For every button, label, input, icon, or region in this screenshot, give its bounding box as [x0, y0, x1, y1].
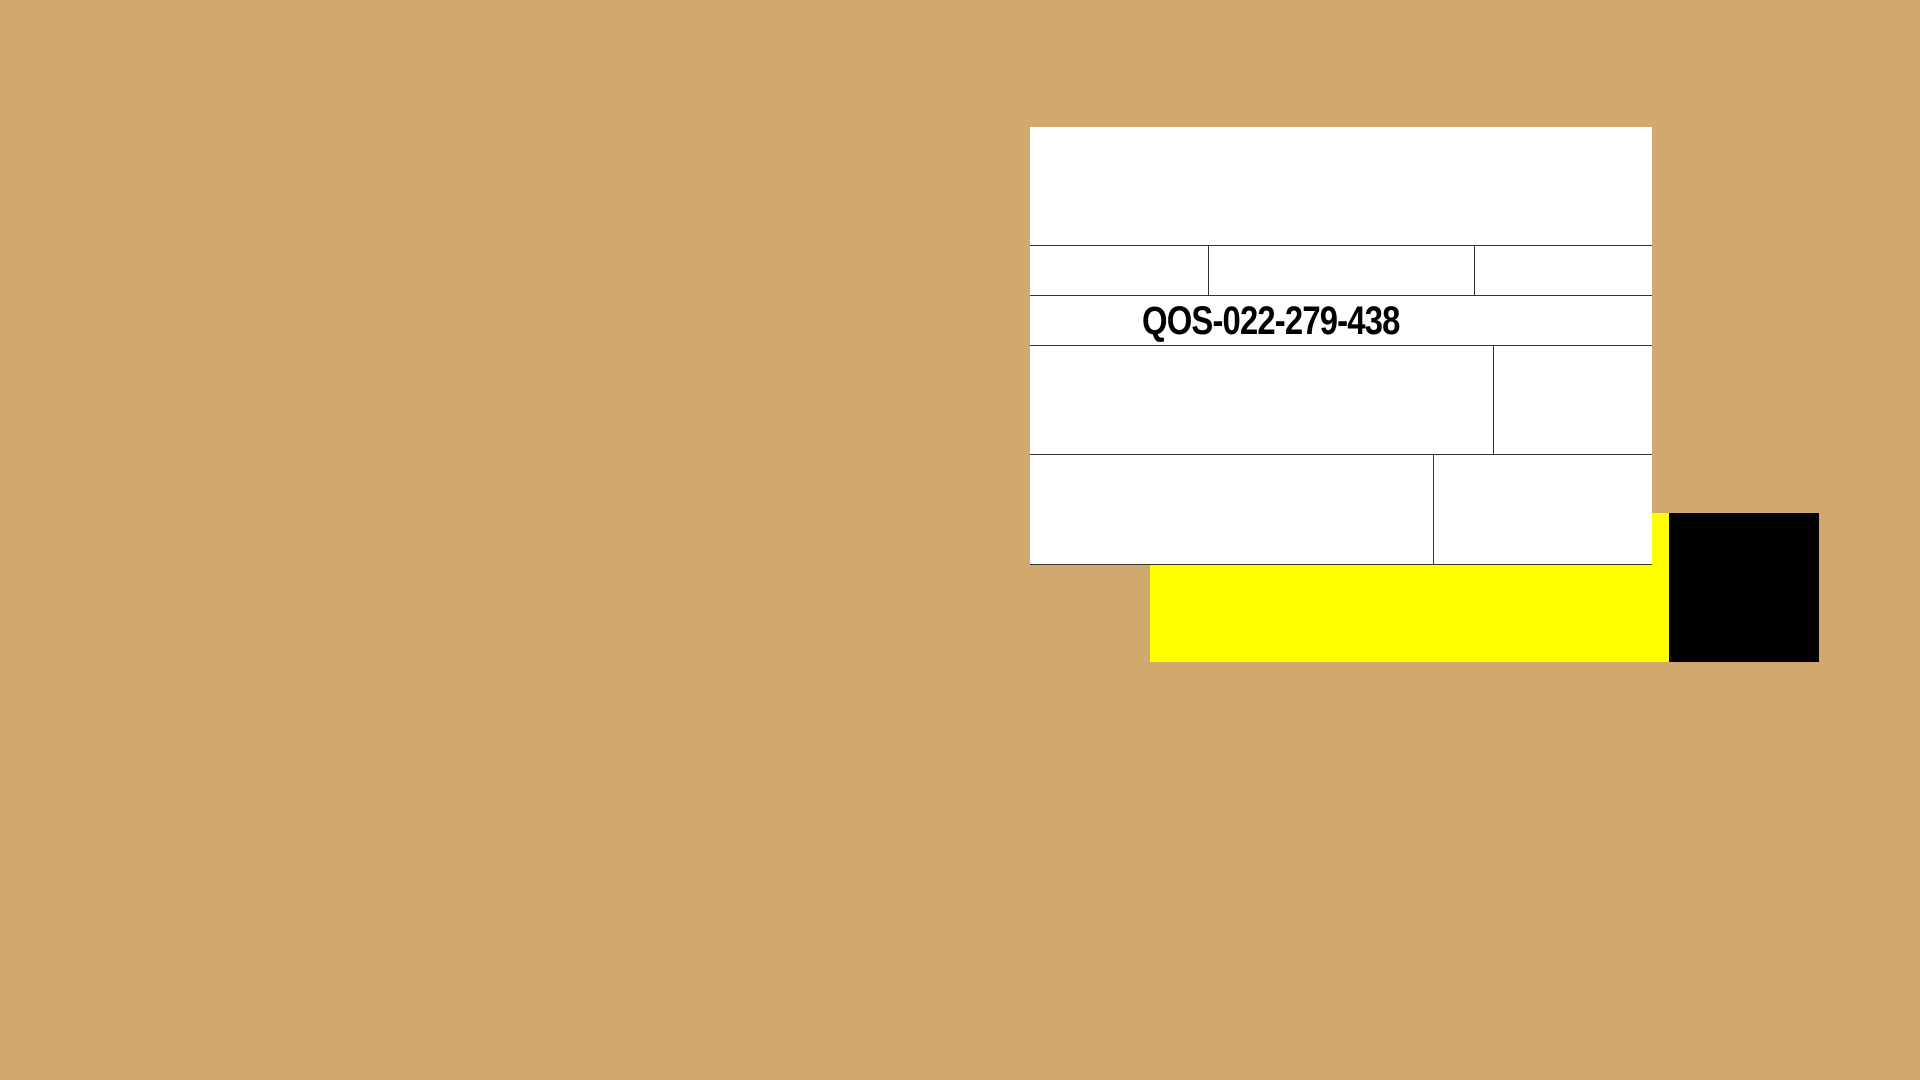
- label-cell: [1030, 346, 1493, 454]
- label-cell: [1208, 246, 1474, 295]
- label-row-middle: [1030, 345, 1652, 454]
- label-cell: [1030, 455, 1433, 564]
- tracking-number: QOS-022-279-438: [1142, 299, 1400, 343]
- label-row-bottom: [1030, 454, 1652, 564]
- label-cell: [1030, 246, 1208, 295]
- page-background: { "label": { "tracking_number": "QOS-022…: [0, 0, 1920, 1080]
- label-cell: [1493, 346, 1652, 454]
- label-row-top: [1030, 245, 1652, 295]
- shipping-label-card: QOS-022-279-438: [1030, 127, 1652, 565]
- black-block: [1669, 513, 1819, 662]
- label-cell: [1474, 246, 1652, 295]
- label-row-tracking: QOS-022-279-438: [1030, 295, 1652, 345]
- label-cell: [1433, 455, 1652, 564]
